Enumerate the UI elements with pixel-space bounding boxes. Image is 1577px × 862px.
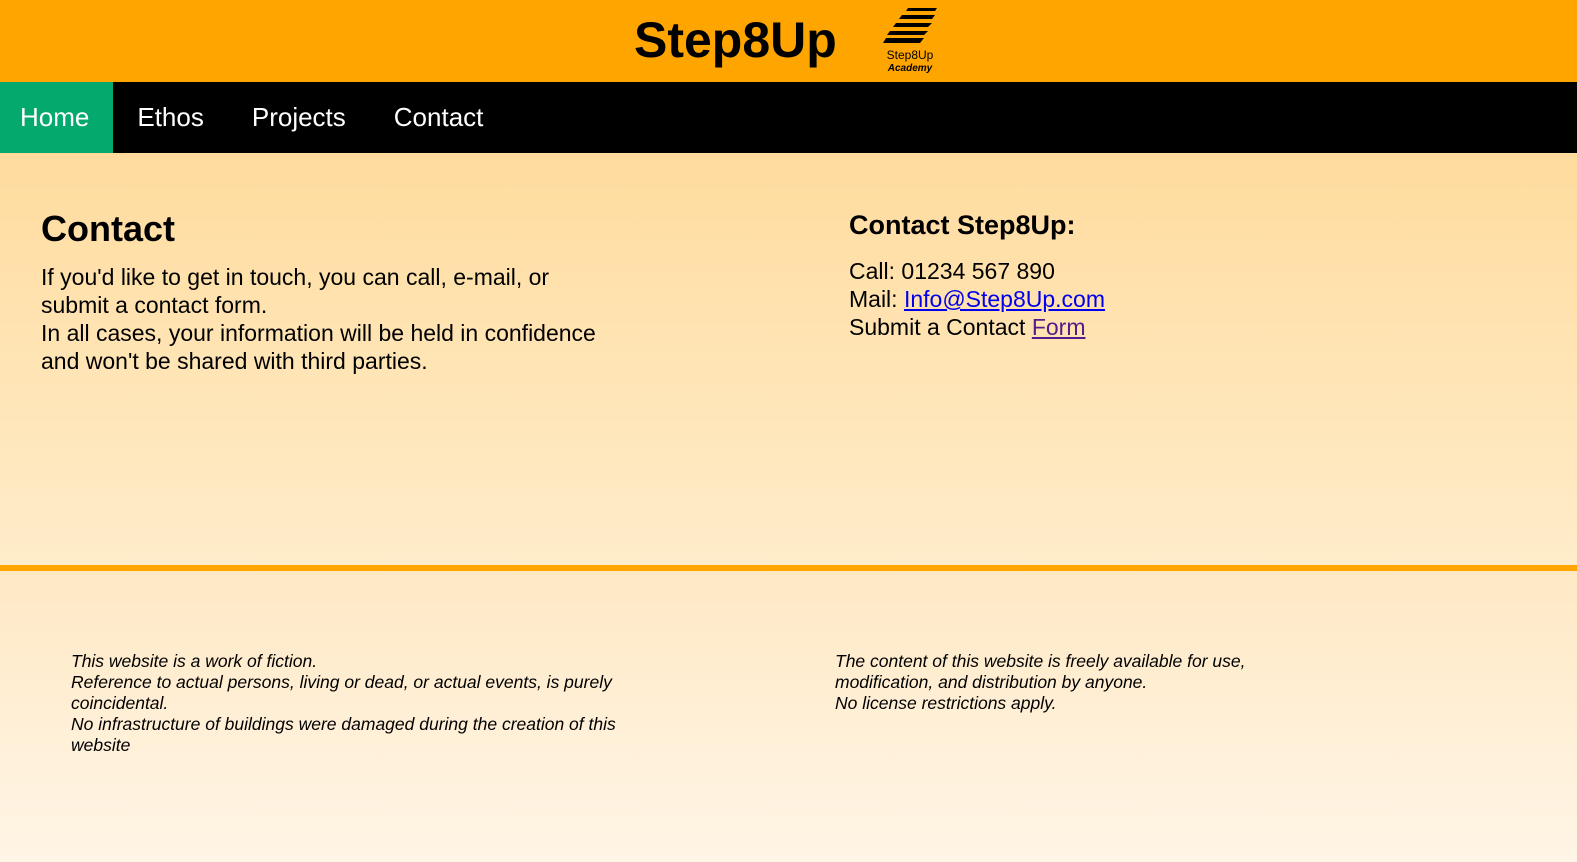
mail-label: Mail: (849, 286, 904, 312)
site-header: Step8Up Step8Up Academy (0, 0, 1577, 82)
main-content: Contact If you'd like to get in touch, y… (0, 153, 1577, 565)
footer-line: No license restrictions apply. (835, 693, 1057, 713)
intro-line: In all cases, your information will be h… (41, 320, 596, 346)
footer-license: The content of this website is freely av… (835, 651, 1295, 714)
intro-line: If you'd like to get in touch, you can c… (41, 264, 550, 290)
contact-intro-section: Contact If you'd like to get in touch, y… (41, 209, 641, 375)
academy-logo: Step8Up Academy (880, 6, 940, 78)
site-title: Step8Up (634, 12, 837, 68)
logo-text-step8up: Step8Up (886, 48, 934, 62)
form-line: Submit a Contact Form (849, 313, 1449, 341)
intro-text: If you'd like to get in touch, you can c… (41, 263, 641, 375)
nav-item-ethos[interactable]: Ethos (113, 82, 228, 153)
call-line: Call: 01234 567 890 (849, 258, 1055, 284)
footer-disclaimer: This website is a work of fiction. Refer… (71, 651, 651, 756)
footer-line: modification, and distribution by anyone… (835, 672, 1148, 692)
main-nav: Home Ethos Projects Contact (0, 82, 1577, 153)
nav-item-contact[interactable]: Contact (370, 82, 508, 153)
contact-details-section: Contact Step8Up: Call: 01234 567 890 Mai… (849, 209, 1449, 341)
stairs-icon (883, 8, 937, 43)
footer-line: coincidental. (71, 693, 169, 713)
form-label: Submit a Contact (849, 314, 1032, 340)
nav-item-projects[interactable]: Projects (228, 82, 370, 153)
mail-line: Mail: Info@Step8Up.com (849, 285, 1449, 313)
intro-line: submit a contact form. (41, 292, 268, 318)
mail-link[interactable]: Info@Step8Up.com (904, 286, 1105, 312)
nav-item-home[interactable]: Home (0, 82, 114, 153)
footer-line: This website is a work of fiction. (71, 651, 318, 671)
contact-form-link[interactable]: Form (1032, 314, 1086, 340)
footer-line: website (71, 735, 131, 755)
footer-line: Reference to actual persons, living or d… (71, 672, 612, 692)
contact-heading: Contact Step8Up: (849, 210, 1076, 240)
page-title: Contact (41, 208, 175, 249)
intro-line: and won't be shared with third parties. (41, 348, 428, 374)
logo-text-academy: Academy (887, 63, 933, 74)
footer-line: No infrastructure of buildings were dama… (71, 714, 616, 734)
footer-line: The content of this website is freely av… (835, 651, 1246, 671)
site-footer: This website is a work of fiction. Refer… (0, 571, 1577, 862)
